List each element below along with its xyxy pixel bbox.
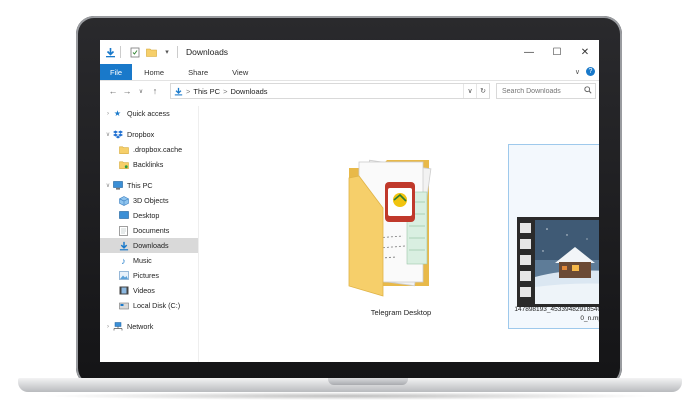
minimize-button[interactable]: —	[515, 40, 543, 64]
breadcrumb-this-pc[interactable]: This PC	[193, 87, 220, 96]
window-controls: — ☐ ✕	[515, 40, 599, 64]
documents-icon	[118, 225, 129, 236]
sidebar-item-videos[interactable]: Videos	[100, 283, 198, 298]
search-icon[interactable]	[584, 86, 592, 96]
sidebar-item-label: This PC	[127, 181, 153, 190]
ribbon-tabs: File Home Share View ∨ ?	[100, 64, 599, 81]
pc-icon	[112, 181, 123, 191]
refresh-icon[interactable]: ↻	[476, 84, 489, 98]
title-separator-2	[177, 46, 178, 58]
file-item-video-mp4[interactable]: 147898193_453394829185405_23901961045168…	[508, 144, 599, 329]
title-separator	[120, 46, 121, 58]
video-thumbnail-icon	[517, 217, 599, 307]
folder-icon	[118, 145, 129, 155]
sidebar-item-local-disk[interactable]: Local Disk (C:)	[100, 298, 198, 313]
title-bar: ▾ Downloads — ☐ ✕	[100, 40, 599, 64]
tab-home[interactable]: Home	[132, 64, 176, 80]
file-name-label: Telegram Desktop	[370, 308, 432, 317]
downloads-arrow-icon[interactable]	[104, 46, 116, 58]
pictures-icon	[118, 271, 129, 281]
disk-icon	[118, 301, 129, 311]
navigation-pane: › ★ Quick access ∨ Dropbox .dropbox.cach…	[100, 106, 199, 362]
expand-ribbon-icon[interactable]: ∨	[575, 68, 580, 76]
file-name-label: 147898193_453394829185405_23901961045168…	[514, 306, 599, 322]
recent-locations-button[interactable]: ∨	[134, 83, 148, 99]
address-dropdown-icon[interactable]: ∨	[463, 84, 476, 98]
sidebar-item-this-pc[interactable]: ∨ This PC	[100, 178, 198, 193]
folder-large-icon	[348, 159, 432, 297]
window-title: Downloads	[186, 47, 229, 57]
laptop-notch	[328, 378, 408, 385]
explorer-window: ▾ Downloads — ☐ ✕ File Home Share View ∨…	[100, 40, 599, 362]
navigation-bar: ← → ∨ ↑ > This PC > Downloads ∨ ↻	[100, 81, 599, 101]
new-folder-icon[interactable]	[145, 46, 157, 58]
sidebar-item-label: Desktop	[133, 211, 160, 220]
downloads-location-icon	[174, 87, 183, 96]
tab-share[interactable]: Share	[176, 64, 220, 80]
videos-icon	[118, 286, 129, 296]
sidebar-item-documents[interactable]: Documents	[100, 223, 198, 238]
properties-icon[interactable]	[129, 46, 141, 58]
sidebar-item-label: 3D Objects	[133, 196, 169, 205]
sidebar-item-label: .dropbox.cache	[133, 145, 183, 154]
back-button[interactable]: ←	[106, 83, 120, 99]
file-list: Telegram Desktop 147898193_4533948291854…	[199, 101, 599, 362]
sidebar-item-downloads[interactable]: Downloads	[100, 238, 198, 253]
help-icon[interactable]: ?	[586, 67, 595, 76]
sidebar-item-3d-objects[interactable]: 3D Objects	[100, 193, 198, 208]
tab-file[interactable]: File	[100, 64, 133, 80]
expand-chevron-icon[interactable]: ∨	[104, 182, 112, 189]
sidebar-item-label: Videos	[133, 286, 155, 295]
customize-toolbar-icon[interactable]: ▾	[161, 46, 173, 58]
breadcrumb-downloads[interactable]: Downloads	[230, 87, 267, 96]
sidebar-item-quick-access[interactable]: › ★ Quick access	[100, 106, 198, 121]
address-bar-actions: ∨ ↻	[463, 84, 489, 98]
sidebar-item-label: Pictures	[133, 271, 159, 280]
cube-icon	[118, 195, 129, 206]
file-item-telegram-desktop[interactable]	[334, 156, 464, 321]
up-button[interactable]: ↑	[148, 83, 162, 99]
breadcrumb-separator-2[interactable]: >	[223, 87, 227, 96]
search-input[interactable]	[500, 86, 584, 96]
sidebar-item-backlinks[interactable]: Backlinks	[100, 157, 198, 172]
laptop-shadow	[40, 392, 660, 400]
sidebar-item-desktop[interactable]: Desktop	[100, 208, 198, 223]
sidebar-item-network[interactable]: › Network	[100, 319, 198, 334]
maximize-button[interactable]: ☐	[543, 40, 571, 64]
forward-button[interactable]: →	[120, 83, 134, 99]
sidebar-item-label: Local Disk (C:)	[133, 301, 181, 310]
sidebar-item-dropbox-cache[interactable]: .dropbox.cache	[100, 142, 198, 157]
dropbox-icon	[112, 130, 123, 140]
expand-chevron-icon[interactable]: ›	[104, 111, 112, 117]
breadcrumb-separator[interactable]: >	[186, 87, 190, 96]
expand-chevron-icon[interactable]: ›	[104, 324, 112, 330]
search-box[interactable]	[496, 83, 596, 99]
sidebar-item-dropbox[interactable]: ∨ Dropbox	[100, 127, 198, 142]
sidebar-item-label: Music	[133, 256, 152, 265]
tab-view[interactable]: View	[220, 64, 260, 80]
address-bar[interactable]: > This PC > Downloads ∨ ↻	[170, 83, 490, 99]
ribbon-right: ∨ ?	[575, 67, 595, 76]
sidebar-item-label: Network	[127, 322, 154, 331]
sidebar-item-music[interactable]: ♪ Music	[100, 253, 198, 268]
laptop-base	[18, 378, 682, 392]
desktop-icon	[118, 211, 129, 221]
expand-chevron-icon[interactable]: ∨	[104, 131, 112, 138]
sidebar-item-label: Quick access	[127, 109, 170, 118]
sidebar-item-label: Documents	[133, 226, 170, 235]
music-icon: ♪	[121, 255, 126, 266]
star-icon: ★	[113, 109, 122, 118]
sidebar-item-label: Backlinks	[133, 160, 164, 169]
sidebar-item-label: Dropbox	[127, 130, 155, 139]
sidebar-item-label: Downloads	[133, 241, 169, 250]
folder-icon	[118, 160, 129, 170]
close-button[interactable]: ✕	[571, 40, 599, 64]
network-icon	[112, 322, 123, 332]
downloads-icon	[118, 241, 129, 251]
sidebar-item-pictures[interactable]: Pictures	[100, 268, 198, 283]
